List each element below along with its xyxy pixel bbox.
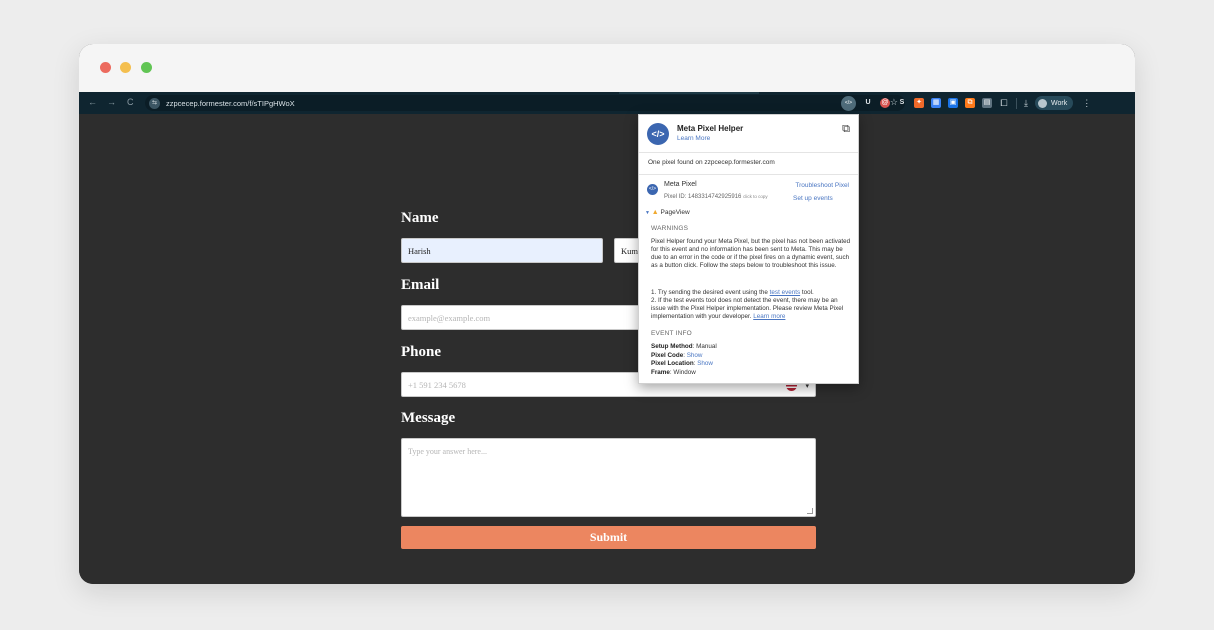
url-text[interactable]: zzpcecep.formester.com/f/sTIPgHWoX bbox=[166, 99, 295, 108]
s-ext-icon[interactable]: S bbox=[897, 98, 907, 108]
blue-ext-icon[interactable]: ▦ bbox=[931, 98, 941, 108]
frame-value: Window bbox=[673, 368, 696, 376]
first-name-input[interactable]: Harish bbox=[401, 238, 603, 263]
tab-indicator bbox=[619, 92, 759, 94]
pixel-code-show-link[interactable]: Show bbox=[687, 352, 703, 359]
blue2-ext-icon[interactable]: ▣ bbox=[948, 98, 958, 108]
circle-ext-icon[interactable]: @ bbox=[880, 98, 890, 108]
browser-toolbar: ← → C ⇆ zzpcecep.formester.com/f/sTIPgHW… bbox=[79, 92, 1135, 114]
meta-pixel-helper-ext-icon[interactable]: </> bbox=[841, 95, 856, 111]
warnings-heading: WARNINGS bbox=[651, 225, 689, 232]
forward-icon[interactable]: → bbox=[107, 97, 116, 107]
click-to-copy-hint[interactable]: click to copy bbox=[743, 194, 768, 199]
address-bar[interactable]: ⇆ zzpcecep.formester.com/f/sTIPgHWoX ☆ bbox=[145, 95, 905, 111]
resize-handle-icon[interactable] bbox=[807, 508, 813, 514]
pixel-found-text: One pixel found on zzpcecep.formester.co… bbox=[648, 159, 775, 166]
setup-method-label: Setup Method bbox=[651, 343, 693, 350]
troubleshoot-pixel-link[interactable]: Troubleshoot Pixel bbox=[795, 182, 849, 189]
phone-label: Phone bbox=[401, 344, 442, 360]
warning-icon: ▲ bbox=[651, 209, 659, 216]
message-label: Message bbox=[401, 410, 456, 426]
test-events-link[interactable]: test events bbox=[770, 289, 800, 296]
chevron-down-icon[interactable]: ▼ bbox=[645, 210, 650, 216]
step-1-prefix: 1. Try sending the desired event using t… bbox=[651, 289, 770, 296]
steps-list: 1. Try sending the desired event using t… bbox=[651, 289, 851, 321]
popup-header: </> Meta Pixel Helper Learn More ⧉ bbox=[639, 115, 858, 153]
email-label: Email bbox=[401, 277, 440, 293]
email-placeholder: example@example.com bbox=[408, 312, 491, 323]
event-name: PageView bbox=[660, 209, 690, 216]
avatar bbox=[1037, 98, 1047, 108]
frame-row: Frame: Window bbox=[651, 368, 696, 376]
divider bbox=[639, 174, 858, 175]
pixel-location-show-link[interactable]: Show bbox=[697, 360, 713, 367]
pixel-name: Meta Pixel bbox=[664, 181, 697, 188]
message-placeholder: Type your answer here... bbox=[408, 447, 487, 456]
submit-button[interactable]: Submit bbox=[401, 526, 816, 549]
maximize-window-button[interactable] bbox=[141, 62, 152, 73]
name-label: Name bbox=[401, 210, 439, 226]
open-external-icon[interactable]: ⧉ bbox=[842, 123, 850, 136]
profile-label: Work bbox=[1050, 99, 1068, 107]
set-up-events-link[interactable]: Set up events bbox=[793, 195, 833, 202]
reload-icon[interactable]: C bbox=[127, 97, 134, 107]
pixel-code-row: Pixel Code: Show bbox=[651, 351, 703, 359]
kebab-menu-icon[interactable]: ⋮ bbox=[1082, 98, 1091, 109]
close-window-button[interactable] bbox=[100, 62, 111, 73]
meta-pixel-helper-popup: </> Meta Pixel Helper Learn More ⧉ One p… bbox=[638, 114, 859, 384]
warning-text: Pixel Helper found your Meta Pixel, but … bbox=[651, 238, 851, 269]
toolbar-divider bbox=[1016, 97, 1017, 109]
phone-placeholder: +1 591 234 5678 bbox=[408, 379, 466, 390]
title-bar bbox=[79, 44, 1135, 92]
pixel-location-row: Pixel Location: Show bbox=[651, 360, 713, 367]
pixel-icon: </> bbox=[647, 184, 658, 195]
event-row-pageview[interactable]: ▼ ▲ PageView bbox=[645, 209, 690, 216]
step-2: 2. If the test events tool does not dete… bbox=[651, 297, 851, 321]
download-icon[interactable]: ⤓ bbox=[1024, 98, 1028, 109]
pixel-code-label: Pixel Code bbox=[651, 351, 684, 359]
pixel-id[interactable]: Pixel ID: 1483314742925916 click to copy bbox=[664, 194, 768, 200]
page-content: Name Harish Kum Email example@example.co… bbox=[79, 114, 1135, 584]
learn-more-link-2[interactable]: Learn more bbox=[753, 313, 785, 320]
frame-label: Frame bbox=[651, 368, 670, 376]
popup-title: Meta Pixel Helper bbox=[677, 124, 744, 133]
gray-ext-icon[interactable]: ▤ bbox=[982, 98, 992, 108]
back-icon[interactable]: ← bbox=[88, 97, 97, 107]
step-1: 1. Try sending the desired event using t… bbox=[651, 289, 851, 297]
orange2-ext-icon[interactable]: ⧉ bbox=[965, 98, 975, 108]
setup-method-row: Setup Method: Manual bbox=[651, 343, 717, 350]
puzzle-icon[interactable]: ⧠ bbox=[999, 98, 1009, 108]
event-info-heading: EVENT INFO bbox=[651, 330, 692, 337]
site-info-icon[interactable]: ⇆ bbox=[149, 97, 160, 109]
browser-window: ← → C ⇆ zzpcecep.formester.com/f/sTIPgHW… bbox=[79, 44, 1135, 584]
event-info: Setup Method: Manual Pixel Code: Show Pi… bbox=[651, 343, 717, 377]
setup-method-value: Manual bbox=[696, 343, 717, 350]
learn-more-link[interactable]: Learn More bbox=[677, 135, 710, 142]
profile-button[interactable]: Work bbox=[1034, 96, 1074, 110]
pixel-id-text[interactable]: Pixel ID: 1483314742925916 bbox=[664, 194, 741, 200]
pixel-location-label: Pixel Location bbox=[651, 360, 694, 367]
step-1-suffix: tool. bbox=[800, 289, 814, 296]
orange-ext-icon[interactable]: ✦ bbox=[914, 98, 924, 108]
minimize-window-button[interactable] bbox=[120, 62, 131, 73]
u-ext-icon[interactable]: U bbox=[863, 98, 873, 108]
extensions-area: </> U @ S ✦ ▦ ▣ ⧉ ▤ ⧠ ⤓ Work ⋮ bbox=[841, 95, 1091, 111]
meta-pixel-logo-icon: </> bbox=[647, 123, 669, 145]
step-2-text: 2. If the test events tool does not dete… bbox=[651, 297, 844, 320]
message-textarea[interactable]: Type your answer here... bbox=[401, 438, 816, 517]
